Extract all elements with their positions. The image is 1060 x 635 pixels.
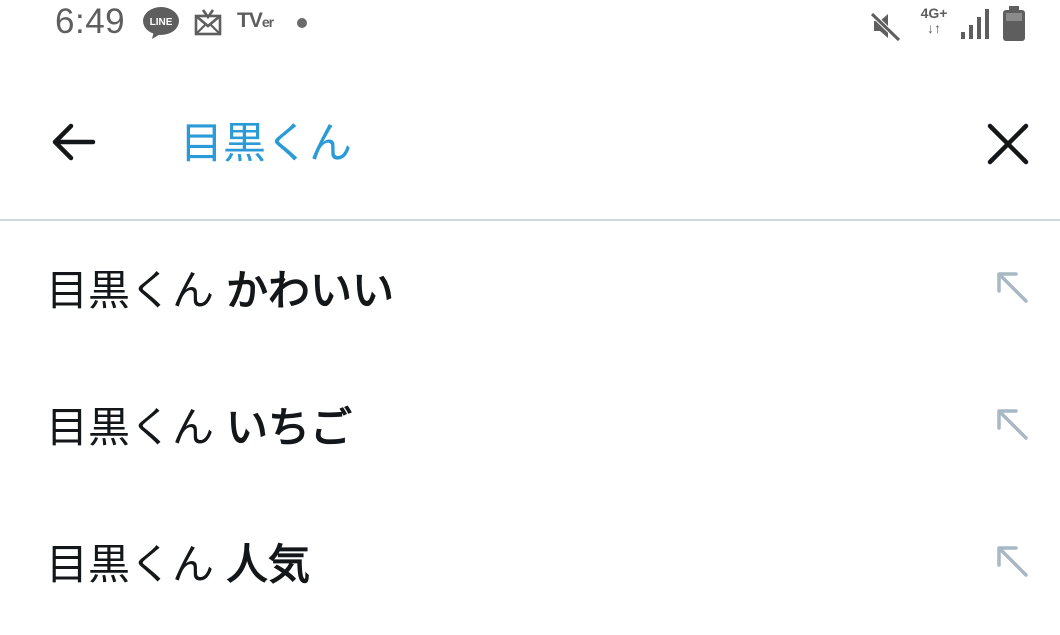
- search-input[interactable]: 目黒くん: [180, 114, 940, 174]
- suggestion-base-text: 目黒くん: [46, 266, 215, 315]
- back-button[interactable]: [42, 114, 104, 170]
- suggestion-completion-text: かわいい: [226, 266, 395, 315]
- suggestion-list: 目黒くん かわいい 目黒くん いちご 目黒くん 人気: [0, 221, 1060, 632]
- arrow-up-left-icon[interactable]: [992, 541, 1032, 581]
- tver-sub-text: er: [261, 14, 274, 30]
- battery-icon: [1003, 6, 1025, 41]
- suggestion-text: 目黒くん 人気: [46, 537, 310, 593]
- suggestion-item[interactable]: 目黒くん いちご: [0, 358, 1060, 495]
- suggestion-text: 目黒くん かわいい: [46, 263, 394, 319]
- suggestion-base-text: 目黒くん: [46, 403, 215, 452]
- suggestion-base-text: 目黒くん: [46, 540, 215, 589]
- mute-icon: [870, 12, 901, 42]
- notification-dot-icon: [297, 18, 307, 28]
- mail-icon: [194, 9, 222, 36]
- suggestion-completion-text: 人気: [226, 540, 311, 589]
- network-activity-arrows: ↓↑: [927, 20, 941, 36]
- network-type: 4G+ ↓↑: [915, 6, 953, 36]
- arrow-up-left-icon[interactable]: [992, 267, 1032, 307]
- signal-icon: [961, 9, 989, 39]
- suggestion-completion-text: いちご: [226, 403, 353, 452]
- tver-app-icon: TVer: [237, 9, 274, 33]
- tver-main-text: TV: [237, 9, 263, 32]
- suggestion-item[interactable]: 目黒くん 人気: [0, 495, 1060, 632]
- status-bar: 6:49 LINE TVer 4G+ ↓↑: [0, 0, 1060, 50]
- line-badge-text: LINE: [150, 17, 173, 28]
- line-app-icon: LINE: [143, 7, 179, 39]
- search-header: 目黒くん: [0, 52, 1060, 219]
- status-time: 6:49: [55, 2, 126, 41]
- clear-search-button[interactable]: [978, 114, 1038, 174]
- network-type-label: 4G+: [920, 5, 948, 21]
- suggestion-text: 目黒くん いちご: [46, 400, 352, 456]
- close-icon: [987, 123, 1029, 165]
- arrow-left-icon: [52, 123, 96, 161]
- suggestion-item[interactable]: 目黒くん かわいい: [0, 221, 1060, 358]
- arrow-up-left-icon[interactable]: [992, 404, 1032, 444]
